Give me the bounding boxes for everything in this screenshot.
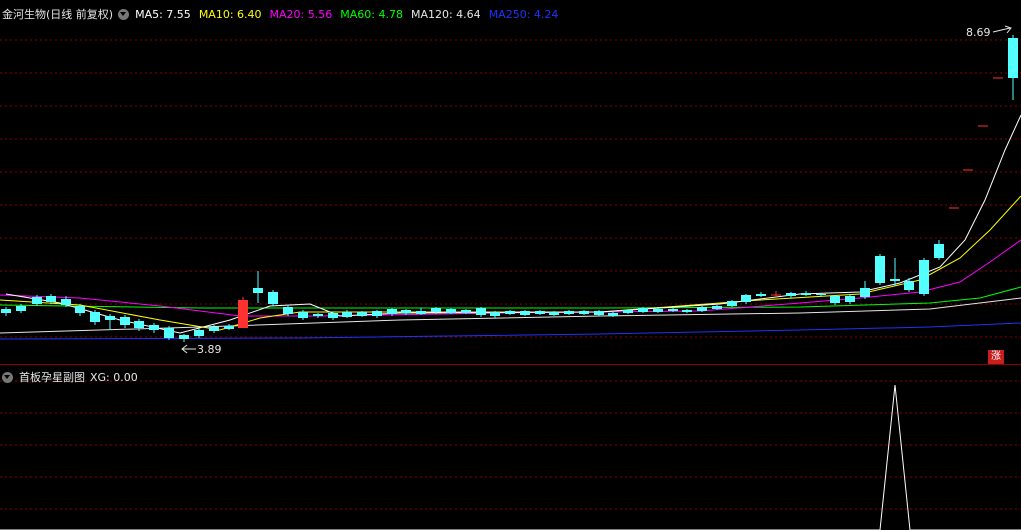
ma20-label: MA20: 5.56: [269, 7, 333, 21]
candle-body: [934, 244, 944, 258]
candle-body: [682, 310, 692, 312]
candle-body: [416, 311, 426, 314]
candle-body: [238, 300, 248, 328]
candle-body: [134, 321, 144, 328]
candle-body: [357, 312, 367, 316]
ma250-label: MA250: 4.24: [488, 7, 559, 21]
candle-body: [608, 313, 618, 316]
candle-body: [16, 306, 26, 311]
sub-chart-title: 首板孕星副图: [19, 371, 85, 384]
max-arrow-icon: [992, 27, 1011, 33]
candle-body: [268, 292, 278, 304]
candle-body: [194, 330, 204, 336]
candle-body: [535, 311, 545, 314]
ma10-line: [0, 195, 1021, 331]
candle-body: [476, 308, 486, 315]
candle-body: [164, 328, 174, 338]
candle-body: [431, 308, 441, 312]
candle-body: [46, 296, 56, 302]
sub-chart-header: 首板孕星副图 XG: 0.00: [2, 369, 146, 385]
sub-indicator-chart[interactable]: [0, 365, 1021, 530]
candle-body: [638, 308, 648, 312]
rise-badge[interactable]: 涨: [988, 350, 1004, 364]
chevron-down-icon[interactable]: [118, 8, 130, 20]
candle-body: [890, 279, 900, 281]
candle-body: [653, 309, 663, 312]
ma5-line: [5, 114, 1021, 334]
candle-body: [328, 313, 338, 318]
candle-body: [579, 311, 589, 314]
candle-body: [372, 311, 382, 316]
chevron-down-icon[interactable]: [2, 371, 13, 383]
candle-body: [32, 297, 42, 304]
main-chart-header: 金河生物(日线 前复权) MA5: 7.55 MA10: 6.40 MA20: …: [2, 6, 566, 22]
candle-body: [875, 256, 885, 283]
candle-body: [756, 294, 766, 296]
candle-body: [549, 312, 559, 315]
candle-body: [712, 306, 722, 309]
candle-body: [490, 312, 500, 316]
candle-body: [697, 307, 707, 311]
candle-body: [1008, 38, 1018, 78]
candle-body: [90, 312, 100, 322]
candle-body: [505, 311, 515, 314]
candle-body: [209, 327, 219, 331]
candle-body: [313, 314, 323, 316]
candle-body: [105, 316, 115, 320]
ma120-label: MA120: 4.64: [410, 7, 481, 21]
chart-title: 金河生物(日线 前复权): [2, 8, 114, 21]
candle-body: [75, 306, 85, 313]
candle-body: [387, 309, 397, 314]
candle-body: [904, 281, 914, 290]
candle-body: [224, 326, 234, 329]
candle-body: [623, 310, 633, 313]
candle-body: [401, 310, 411, 313]
candle-body: [120, 317, 130, 325]
candle-body: [919, 260, 929, 294]
candle-body: [446, 309, 456, 313]
ma5-label: MA5: 7.55: [135, 7, 191, 21]
max-price-label: 8.69: [966, 26, 991, 39]
candle-body: [1, 309, 11, 313]
candle-body: [342, 312, 352, 317]
candle-body: [860, 288, 870, 297]
candle-body: [727, 301, 737, 306]
ma60-label: MA60: 4.78: [340, 7, 403, 21]
candle-body: [283, 307, 293, 314]
xg-signal-line: [0, 384, 1021, 530]
candle-body: [564, 311, 574, 314]
candle-body: [845, 296, 855, 302]
candle-body: [61, 299, 71, 305]
candle-body: [298, 312, 308, 318]
candle-body: [461, 310, 471, 313]
candle-body: [830, 296, 840, 303]
xg-value-label: XG: 0.00: [90, 370, 138, 384]
candle-body: [786, 293, 796, 296]
candle-body: [801, 293, 811, 295]
candle-body: [594, 311, 604, 315]
candle-body: [520, 311, 530, 315]
candle-body: [668, 309, 678, 311]
candle-body: [149, 325, 159, 330]
max-arrowhead-icon: [1004, 25, 1012, 34]
candle-body: [179, 335, 189, 339]
candle-body: [253, 288, 263, 293]
candle-body: [741, 295, 751, 302]
main-price-chart[interactable]: 8.69 3.89: [0, 0, 1021, 364]
ma10-label: MA10: 6.40: [198, 7, 262, 21]
candle-body: [816, 294, 826, 295]
min-price-label: 3.89: [197, 343, 222, 356]
